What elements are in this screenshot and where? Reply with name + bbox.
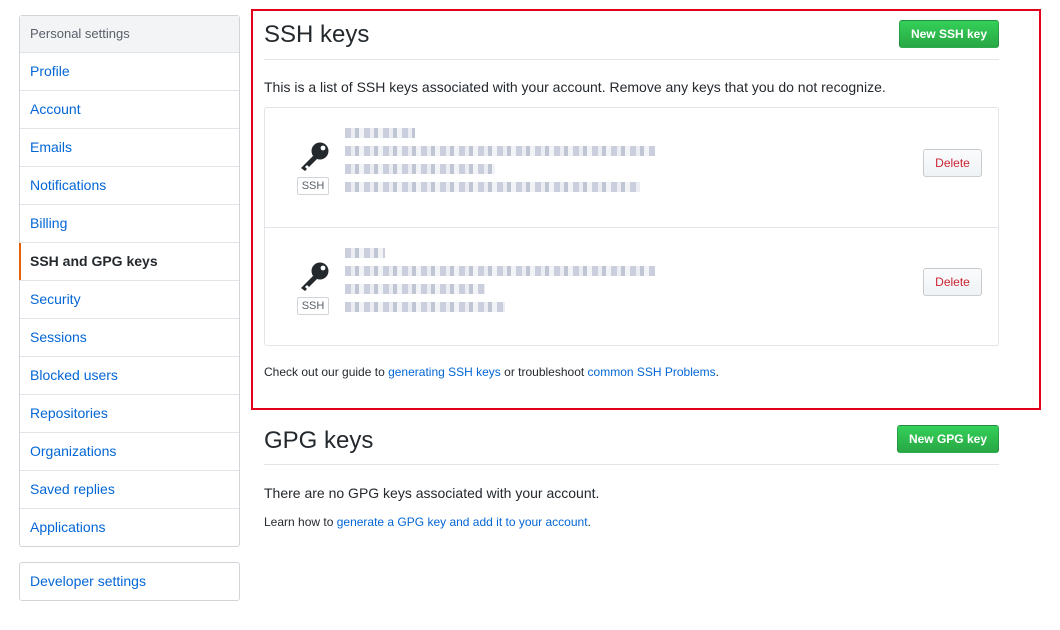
ssh-guide-middle: or troubleshoot xyxy=(500,365,588,379)
gpg-keys-title: GPG keys xyxy=(264,427,374,454)
sidebar-item-account[interactable]: Account xyxy=(20,91,239,129)
delete-ssh-key-button[interactable]: Delete xyxy=(923,149,982,177)
gpg-guide-suffix: . xyxy=(587,515,591,529)
gpg-guide-text: Learn how to generate a GPG key and add … xyxy=(264,515,591,529)
gpg-empty-message: There are no GPG keys associated with yo… xyxy=(264,485,600,501)
key-icon xyxy=(301,262,329,291)
ssh-key-row: SSH Delete xyxy=(265,108,998,226)
sidebar-item-billing[interactable]: Billing xyxy=(20,205,239,243)
ssh-keys-description: This is a list of SSH keys associated wi… xyxy=(264,79,886,95)
redacted-key-details xyxy=(345,248,655,320)
key-icon xyxy=(301,142,329,171)
sidebar-item-ssh-gpg-keys[interactable]: SSH and GPG keys xyxy=(19,243,239,281)
ssh-guide-text: Check out our guide to generating SSH ke… xyxy=(264,365,719,379)
common-ssh-problems-link[interactable]: common SSH Problems xyxy=(588,365,716,379)
ssh-key-row: SSH Delete xyxy=(265,227,998,346)
sidebar-item-organizations[interactable]: Organizations xyxy=(20,433,239,471)
ssh-keys-header: SSH keys New SSH key xyxy=(264,20,999,60)
developer-settings-menu: Developer settings xyxy=(19,562,240,601)
sidebar-item-repositories[interactable]: Repositories xyxy=(20,395,239,433)
ssh-guide-prefix: Check out our guide to xyxy=(264,365,389,379)
ssh-keys-title: SSH keys xyxy=(264,21,370,48)
sidebar-heading: Personal settings xyxy=(20,16,239,53)
new-ssh-key-button[interactable]: New SSH key xyxy=(898,20,999,48)
new-gpg-key-button[interactable]: New GPG key xyxy=(896,425,999,453)
sidebar-item-notifications[interactable]: Notifications xyxy=(20,167,239,205)
sidebar-item-applications[interactable]: Applications xyxy=(20,509,239,546)
generating-ssh-keys-link[interactable]: generating SSH keys xyxy=(388,365,501,379)
ssh-guide-suffix: . xyxy=(715,365,719,379)
sidebar-item-security[interactable]: Security xyxy=(20,281,239,319)
gpg-keys-header: GPG keys New GPG key xyxy=(264,425,999,465)
ssh-badge: SSH xyxy=(297,297,329,315)
redacted-key-details xyxy=(345,128,655,200)
settings-sidebar: Personal settings Profile Account Emails… xyxy=(19,15,240,547)
generate-gpg-key-link[interactable]: generate a GPG key and add it to your ac… xyxy=(337,515,588,529)
sidebar-item-profile[interactable]: Profile xyxy=(20,53,239,91)
sidebar-item-developer-settings[interactable]: Developer settings xyxy=(20,563,239,600)
ssh-key-list: SSH Delete SSH Delete xyxy=(264,107,999,346)
delete-ssh-key-button[interactable]: Delete xyxy=(923,268,982,296)
ssh-badge: SSH xyxy=(297,177,329,195)
gpg-guide-prefix: Learn how to xyxy=(264,515,337,529)
sidebar-item-sessions[interactable]: Sessions xyxy=(20,319,239,357)
sidebar-item-saved-replies[interactable]: Saved replies xyxy=(20,471,239,509)
sidebar-item-blocked-users[interactable]: Blocked users xyxy=(20,357,239,395)
sidebar-item-emails[interactable]: Emails xyxy=(20,129,239,167)
